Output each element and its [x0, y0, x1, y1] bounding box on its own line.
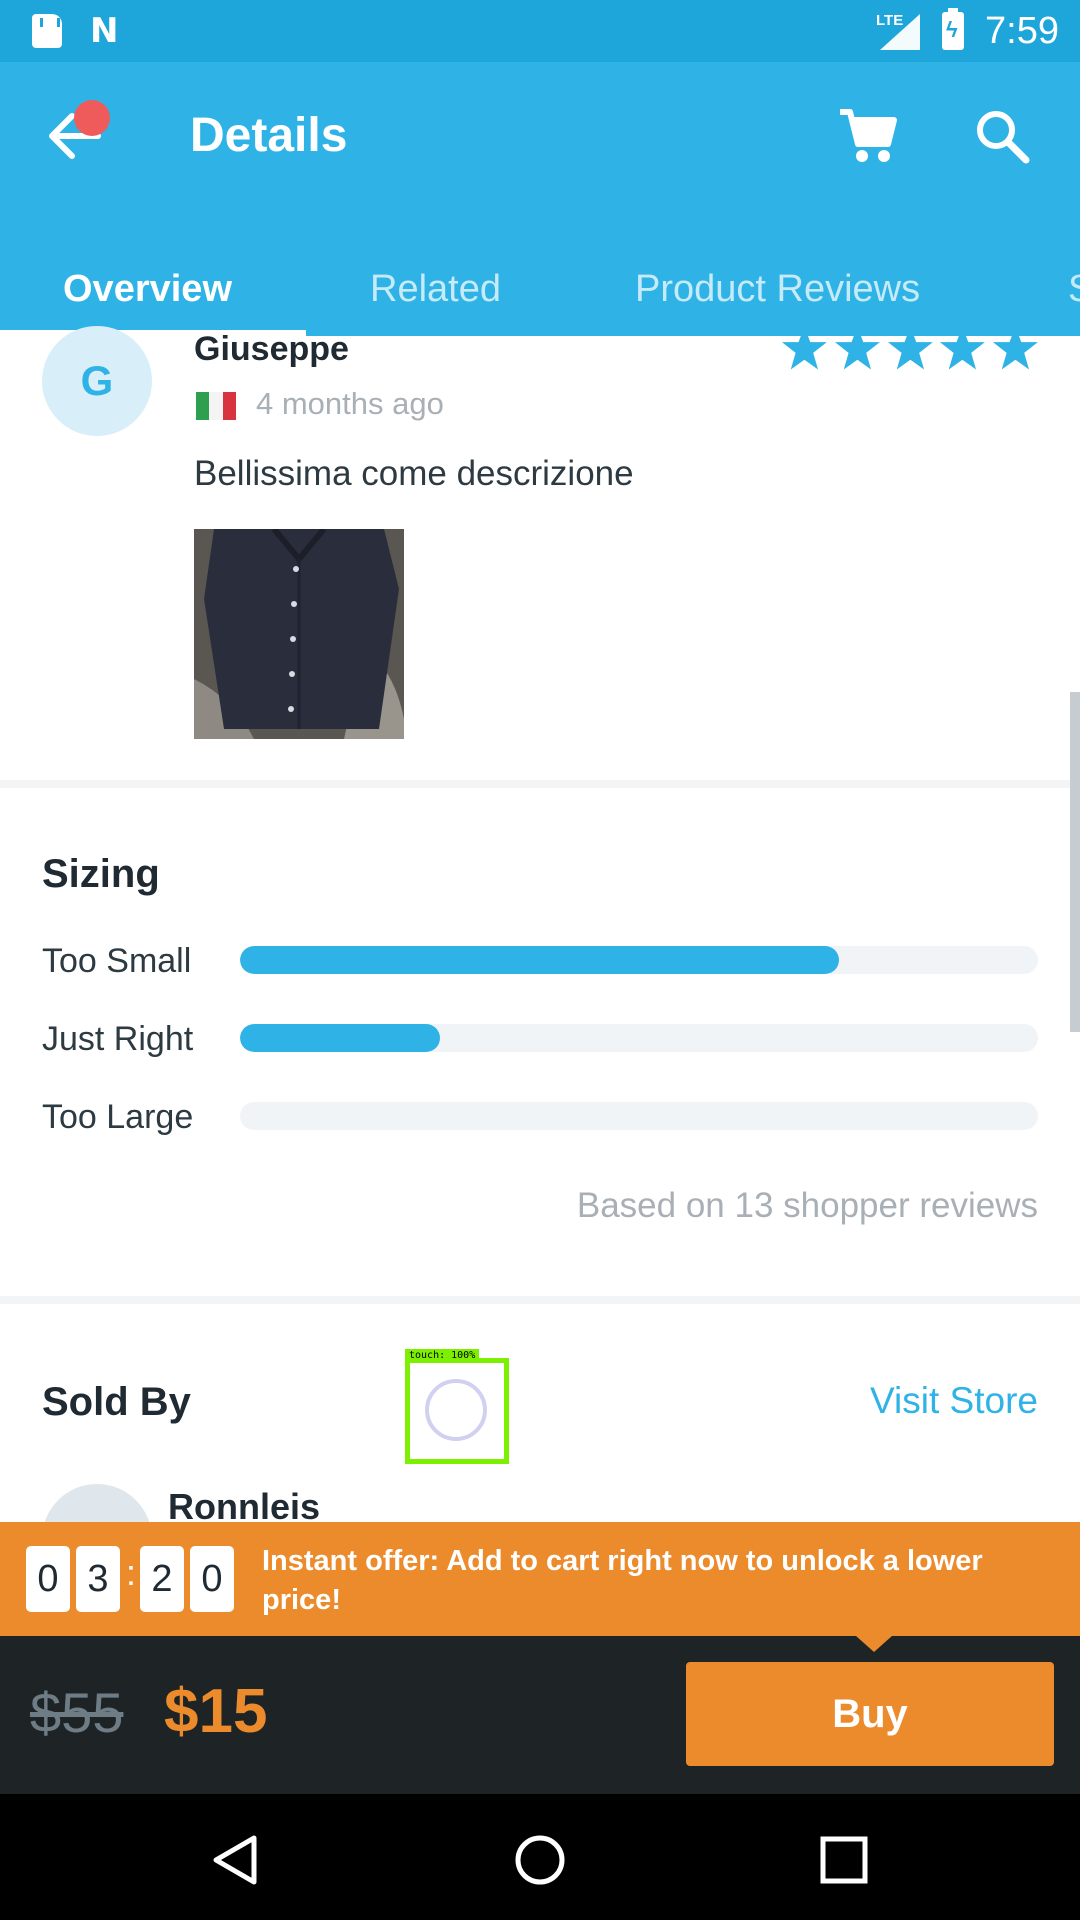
status-time: 7:59: [985, 10, 1059, 52]
touch-circle: [425, 1379, 487, 1441]
app-bar: Details Overview Related Product Reviews…: [0, 62, 1080, 336]
search-icon: [977, 111, 1030, 164]
size-label: Too Small: [42, 942, 192, 980]
status-bar: N LTE ϟ 7:59: [0, 0, 1080, 62]
size-track: [240, 946, 1038, 974]
countdown-digit: 3: [76, 1546, 120, 1612]
search-button[interactable]: [970, 104, 1034, 168]
sizing-title: Sizing: [42, 852, 160, 896]
reviewer-name: Giuseppe: [194, 330, 349, 368]
size-label: Just Right: [42, 1020, 194, 1058]
tab-related[interactable]: Related: [370, 268, 501, 311]
star-icon: [993, 326, 1039, 370]
star-icon: [940, 326, 986, 370]
countdown-separator: :: [126, 1552, 137, 1593]
star-icon: [781, 326, 827, 370]
buy-bar: $55 $15 Buy: [0, 1636, 1080, 1794]
star-icon: [887, 326, 933, 370]
tab-product-reviews[interactable]: Product Reviews: [635, 268, 920, 311]
offer-text: Instant offer: Add to cart right now to …: [262, 1545, 983, 1616]
tab-next[interactable]: S: [1068, 268, 1080, 311]
notification-dot: [74, 100, 110, 136]
system-nav-bar: [0, 1794, 1080, 1920]
sold-by-title: Sold By: [42, 1380, 191, 1424]
nav-recents-icon[interactable]: [816, 1832, 872, 1888]
original-price: $55: [30, 1681, 124, 1744]
italy-flag-icon: [196, 392, 236, 420]
nav-back-icon[interactable]: [208, 1832, 264, 1888]
n-notification-icon: N: [90, 11, 119, 51]
size-track: [240, 1102, 1038, 1130]
countdown-digit: 0: [26, 1546, 70, 1612]
offer-banner[interactable]: 0 3 : 2 0 Instant offer: Add to cart rig…: [0, 1522, 1080, 1636]
buy-button[interactable]: Buy: [686, 1662, 1054, 1766]
countdown-digit: 0: [190, 1546, 234, 1612]
review-text: Bellissima come descrizione: [194, 454, 634, 493]
tab-overview[interactable]: Overview: [63, 268, 232, 311]
signal-icon: [880, 14, 920, 50]
size-label: Too Large: [42, 1098, 194, 1136]
cart-button[interactable]: [836, 104, 900, 168]
star-rating: [780, 324, 1040, 380]
size-row-too-small: Too Small: [42, 942, 1038, 982]
cart-icon: [840, 109, 897, 162]
sd-card-icon: [32, 14, 62, 48]
avatar: G: [42, 326, 152, 436]
review-time: 4 months ago: [256, 386, 444, 421]
review-count: Based on 13 shopper reviews: [576, 1186, 1038, 1225]
size-row-just-right: Just Right: [42, 1020, 1038, 1060]
offer-pointer: [856, 1636, 892, 1652]
battery-charging-icon: ϟ: [942, 8, 964, 50]
review-photo[interactable]: [194, 529, 404, 739]
divider: [0, 1296, 1080, 1304]
divider: [0, 780, 1080, 788]
shirt-photo: [194, 529, 404, 739]
review-card: G Giuseppe 4 months ago Bellissima come …: [0, 326, 1080, 780]
page-title: Details: [190, 109, 348, 162]
size-fill: [240, 946, 839, 974]
size-fill: [240, 1024, 440, 1052]
tab-bar: Overview Related Product Reviews S: [0, 248, 1080, 336]
size-track: [240, 1024, 1038, 1052]
visit-store-link[interactable]: Visit Store: [870, 1380, 1038, 1422]
sale-price: $15: [164, 1677, 268, 1746]
nav-home-icon[interactable]: [512, 1832, 568, 1888]
size-row-too-large: Too Large: [42, 1098, 1038, 1138]
scrollbar[interactable]: [1070, 692, 1080, 1032]
countdown-digit: 2: [140, 1546, 184, 1612]
star-icon: [834, 326, 880, 370]
